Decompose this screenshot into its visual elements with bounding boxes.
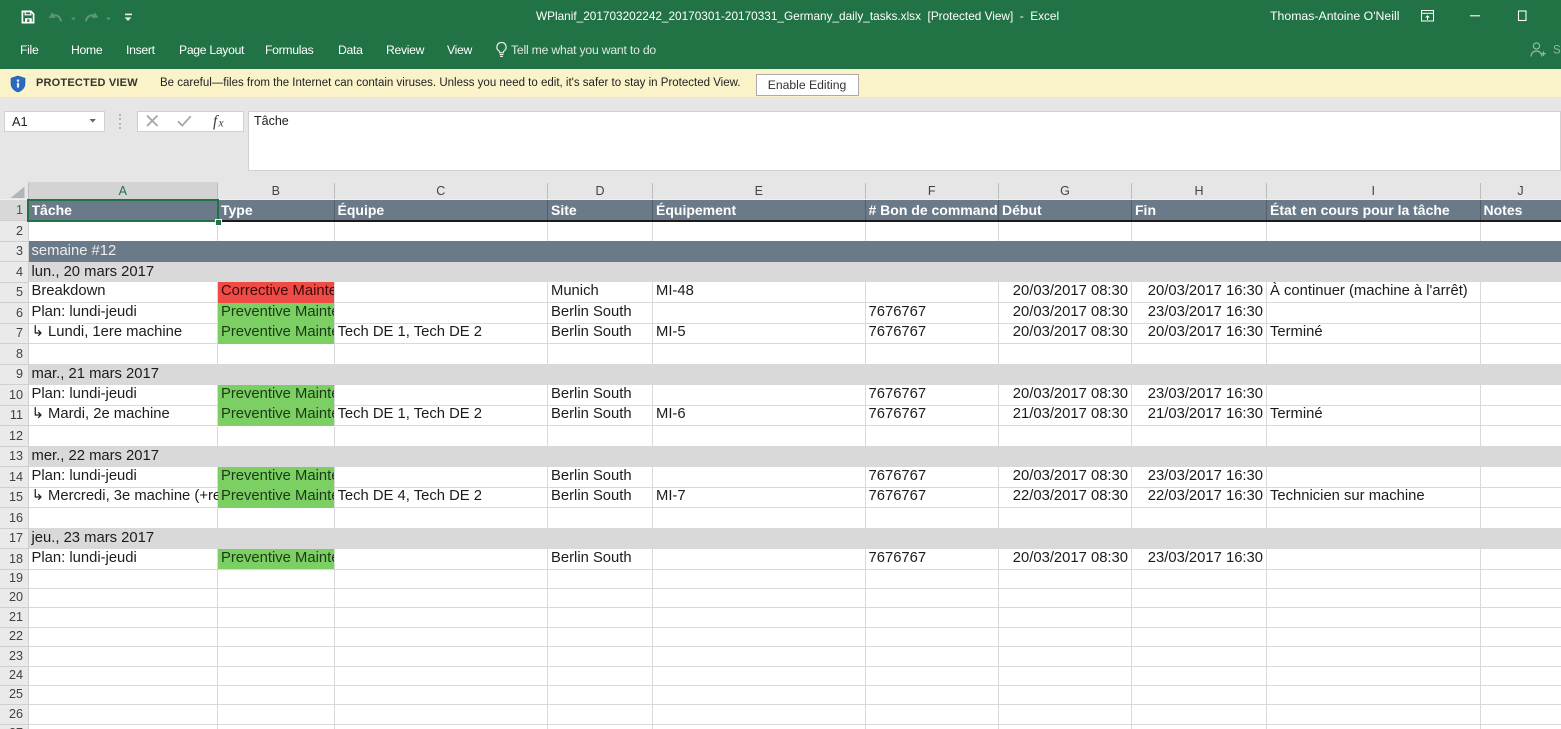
svg-text:x: x [218,118,225,130]
svg-text:S: S [1553,45,1561,57]
